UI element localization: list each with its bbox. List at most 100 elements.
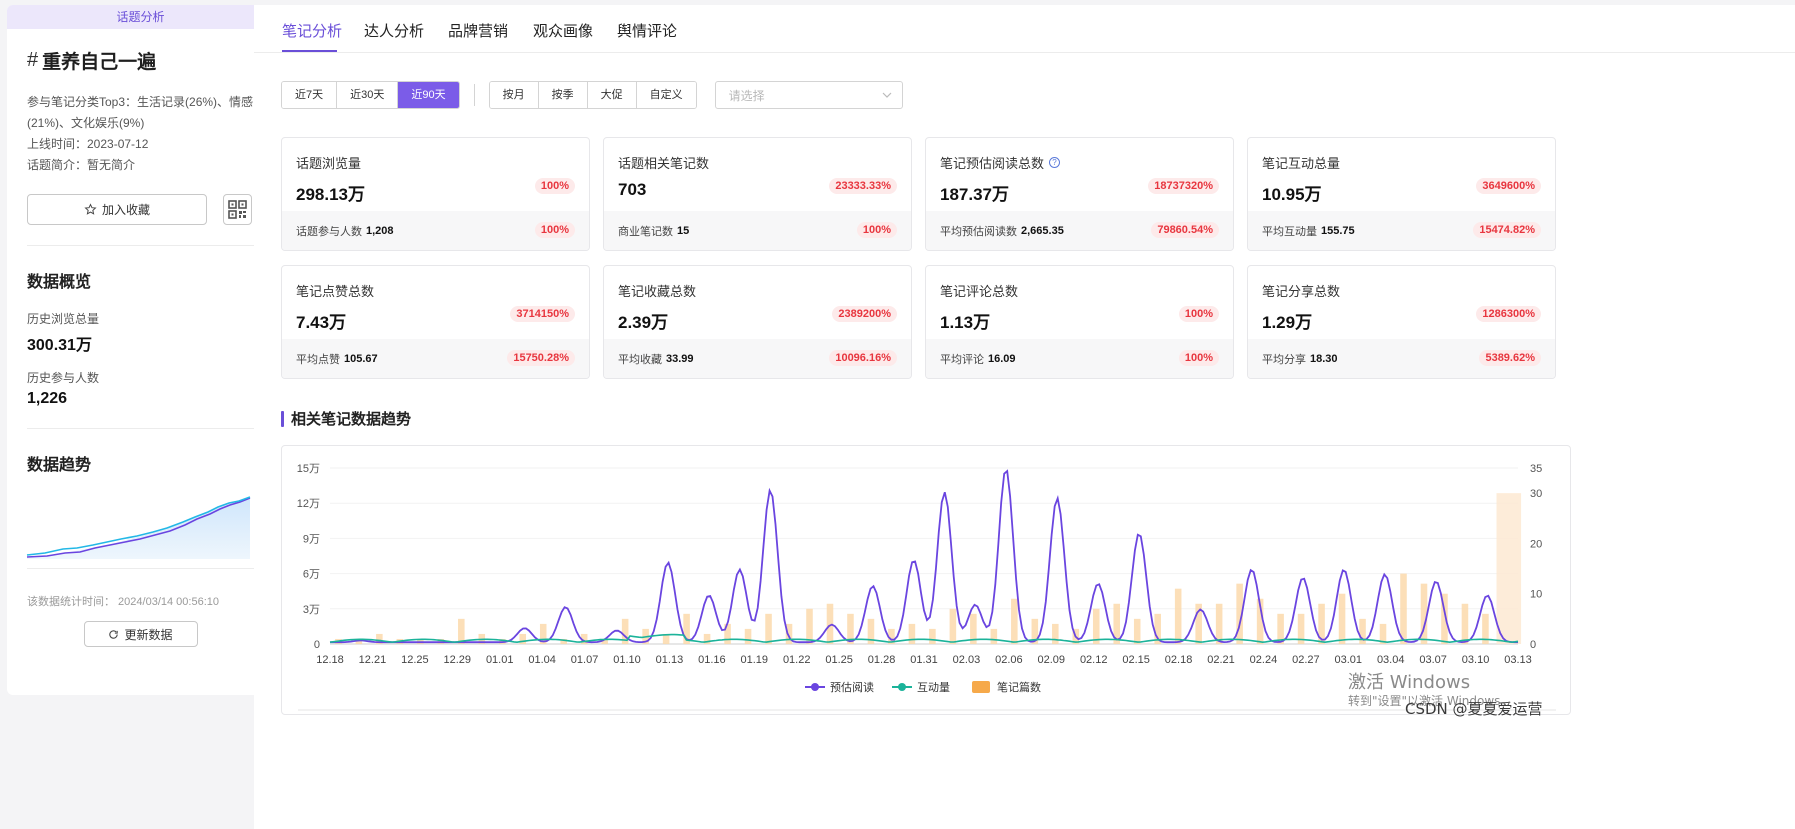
tab-note-analysis[interactable]: 笔记分析 [282, 20, 342, 41]
y-right-tick-label: 0 [1530, 639, 1536, 651]
notes-bar [1215, 603, 1223, 644]
help-icon[interactable]: ? [1049, 157, 1061, 168]
metric-card-main: 笔记点赞总数 7.43万 3714150% [282, 266, 589, 339]
refresh-data-label: 更新数据 [124, 627, 173, 642]
period-custom[interactable]: 自定义 [636, 82, 696, 108]
topic-meta: 参与笔记分类Top3：生活记录(26%)、情感(21%)、文化娱乐(9%) 上线… [27, 92, 254, 176]
sub-metric-change-badge: 100% [856, 222, 897, 238]
legend-bar-marker [972, 681, 990, 693]
metric-card-main: 话题浏览量 298.13万 100% [282, 138, 589, 211]
sub-metric-label: 话题参与人数 [296, 226, 362, 238]
metric-card-sub: 平均收藏 33.99 10096.16% [604, 339, 911, 378]
tab-public-opinion[interactable]: 舆情评论 [617, 20, 677, 41]
tab-influencer-analysis[interactable]: 达人分析 [364, 20, 424, 41]
x-tick-label: 02.15 [1122, 654, 1150, 666]
period-promotion[interactable]: 大促 [587, 82, 637, 108]
sub-metric-change-badge: 5389.62% [1479, 350, 1541, 366]
windows-watermark-title: 激活 Windows [1348, 672, 1471, 693]
x-tick-label: 03.07 [1419, 654, 1447, 666]
history-views-value: 300.31万 [27, 337, 92, 354]
metric-change-badge: 23333.33% [829, 178, 897, 194]
metric-card-sub: 平均点赞 105.67 15750.28% [282, 339, 589, 378]
metric-card-main: 话题相关笔记数 703 23333.33% [604, 138, 911, 211]
y-left-tick-label: 9万 [303, 533, 320, 545]
sub-metric-value: 1,208 [366, 225, 394, 237]
notes-bar [990, 628, 998, 644]
topic-launch-time: 上线时间：2023-07-12 [27, 137, 149, 151]
x-tick-label: 01.04 [528, 654, 556, 666]
tab-audience-profile[interactable]: 观众画像 [533, 20, 593, 41]
period-select[interactable]: 请选择 [714, 81, 903, 109]
x-tick-label: 02.03 [953, 654, 981, 666]
metric-card-main: 笔记收藏总数 2.39万 2389200% [604, 266, 911, 339]
metric-card-sub: 话题参与人数 1,208 100% [282, 211, 589, 250]
period-segment: 按月 按季 大促 自定义 [488, 81, 697, 109]
sub-metric-value: 33.99 [666, 353, 694, 365]
metric-label-text: 笔记预估阅读总数 [940, 156, 1045, 171]
metric-label: 笔记互动总量 [1262, 153, 1541, 172]
legend-label: 互动量 [917, 681, 950, 694]
sub-metric-change-badge: 10096.16% [829, 350, 897, 366]
select-placeholder: 请选择 [728, 88, 765, 103]
sub-metric-value: 16.09 [988, 353, 1016, 365]
notes-bar [1496, 493, 1522, 644]
tab-brand-marketing[interactable]: 品牌营销 [448, 20, 508, 41]
stats-time: 该数据统计时间： 2024/03/14 00:56:10 [27, 596, 219, 608]
period-quarter[interactable]: 按季 [538, 82, 588, 108]
notes-bar [1133, 618, 1141, 644]
metric-card-main: 笔记评论总数 1.13万 100% [926, 266, 1233, 339]
x-tick-label: 12.29 [444, 654, 472, 666]
metric-label-text: 笔记收藏总数 [618, 284, 697, 299]
metric-label: 笔记预估阅读总数? [940, 153, 1219, 172]
metric-label: 笔记评论总数 [940, 281, 1219, 300]
metric-card-main: 笔记分享总数 1.29万 1286300% [1248, 266, 1555, 339]
notes-bar [1092, 608, 1100, 644]
metric-card: 话题浏览量 298.13万 100% 话题参与人数 1,208 100% [281, 137, 590, 251]
metric-card: 笔记预估阅读总数? 187.37万 18737320% 平均预估阅读数 2,66… [925, 137, 1234, 251]
sub-metric-value: 18.30 [1310, 353, 1338, 365]
y-left-tick-label: 3万 [303, 604, 320, 616]
period-month[interactable]: 按月 [489, 82, 539, 108]
active-tab-indicator [282, 50, 337, 52]
y-right-tick-label: 35 [1530, 463, 1542, 475]
main-panel: 笔记分析 达人分析 品牌营销 观众画像 舆情评论 近7天 近30天 近90天 按… [254, 5, 1795, 829]
filter-bar: 近7天 近30天 近90天 按月 按季 大促 自定义 请选择 [281, 81, 903, 109]
metric-card: 笔记分享总数 1.29万 1286300% 平均分享 18.30 5389.62… [1247, 265, 1556, 379]
metric-change-badge: 18737320% [1148, 178, 1219, 194]
metric-change-badge: 1286300% [1476, 306, 1541, 322]
metric-card-main: 笔记预估阅读总数? 187.37万 18737320% [926, 138, 1233, 211]
metric-card: 笔记评论总数 1.13万 100% 平均评论 16.09 100% [925, 265, 1234, 379]
x-tick-label: 02.27 [1292, 654, 1320, 666]
metric-label-text: 话题相关笔记数 [618, 156, 710, 171]
notes-bar [908, 623, 916, 644]
metric-label: 笔记点赞总数 [296, 281, 575, 300]
y-left-tick-label: 0 [314, 639, 320, 651]
date-range-segment: 近7天 近30天 近90天 [281, 81, 460, 109]
history-views-label: 历史浏览总量 [27, 312, 100, 326]
tab-bar: 笔记分析 达人分析 品牌营销 观众画像 舆情评论 [254, 5, 1795, 53]
range-90-days[interactable]: 近90天 [398, 82, 459, 108]
star-icon [84, 203, 97, 215]
section-title: 相关笔记数据趋势 [291, 411, 412, 428]
sub-metric-value: 105.67 [344, 353, 378, 365]
topic-title-text: 重养自己一遍 [42, 52, 157, 73]
sub-metric-label: 平均评论 [940, 354, 984, 366]
x-tick-label: 01.19 [741, 654, 769, 666]
metric-change-badge: 100% [534, 178, 575, 194]
notes-bar [949, 608, 957, 644]
sub-metric-change-badge: 79860.54% [1151, 222, 1219, 238]
range-30-days[interactable]: 近30天 [337, 82, 399, 108]
hash-icon: # [27, 49, 39, 71]
range-7-days[interactable]: 近7天 [282, 82, 338, 108]
x-tick-label: 01.25 [825, 654, 853, 666]
notes-bar [765, 613, 772, 644]
legend-label: 预估阅读 [830, 680, 874, 694]
notes-bar [1174, 588, 1182, 644]
x-tick-label: 01.28 [868, 654, 896, 666]
add-favorite-button[interactable]: 加入收藏 [27, 194, 207, 225]
refresh-data-button[interactable]: 更新数据 [83, 621, 198, 647]
section-accent-bar [281, 410, 284, 427]
sub-metric-value: 15 [677, 225, 690, 237]
metric-label-text: 笔记分享总数 [1262, 284, 1341, 299]
qr-code-button[interactable] [223, 194, 252, 225]
